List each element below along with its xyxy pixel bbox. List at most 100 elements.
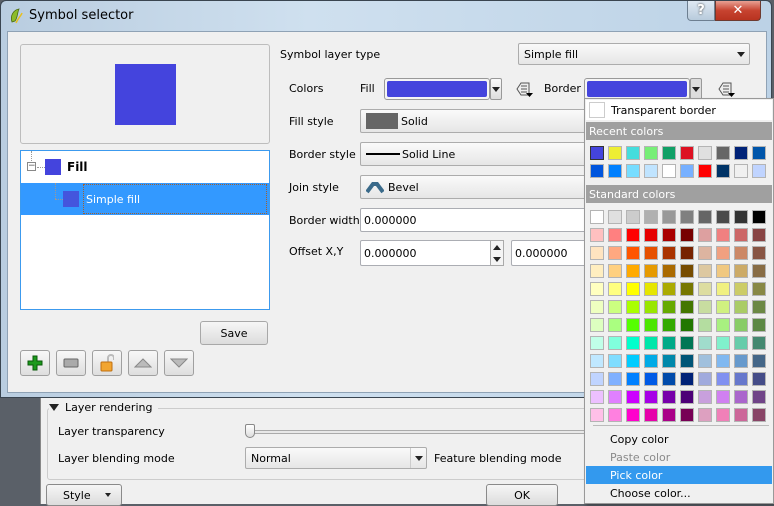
standard-color-swatch[interactable] [752, 408, 766, 422]
standard-color-swatch[interactable] [734, 210, 748, 224]
standard-color-swatch[interactable] [698, 318, 712, 332]
standard-color-swatch[interactable] [590, 318, 604, 332]
standard-color-swatch[interactable] [662, 228, 676, 242]
recent-color-swatch[interactable] [716, 164, 730, 178]
standard-color-swatch[interactable] [608, 372, 622, 386]
standard-color-swatch[interactable] [590, 264, 604, 278]
standard-color-swatch[interactable] [734, 300, 748, 314]
standard-color-swatch[interactable] [752, 354, 766, 368]
standard-color-swatch[interactable] [626, 282, 640, 296]
standard-color-swatch[interactable] [716, 300, 730, 314]
standard-color-swatch[interactable] [626, 228, 640, 242]
standard-color-swatch[interactable] [716, 336, 730, 350]
standard-color-swatch[interactable] [698, 282, 712, 296]
standard-color-swatch[interactable] [662, 408, 676, 422]
standard-color-swatch[interactable] [626, 318, 640, 332]
standard-color-swatch[interactable] [734, 408, 748, 422]
recent-color-swatch[interactable] [662, 164, 676, 178]
standard-color-swatch[interactable] [590, 228, 604, 242]
standard-color-swatch[interactable] [644, 390, 658, 404]
standard-color-swatch[interactable] [698, 354, 712, 368]
standard-color-swatch[interactable] [716, 264, 730, 278]
standard-color-swatch[interactable] [590, 336, 604, 350]
standard-color-swatch[interactable] [590, 210, 604, 224]
standard-color-swatch[interactable] [662, 336, 676, 350]
standard-color-swatch[interactable] [716, 246, 730, 260]
standard-color-swatch[interactable] [716, 228, 730, 242]
standard-color-swatch[interactable] [644, 408, 658, 422]
standard-color-swatch[interactable] [626, 354, 640, 368]
standard-color-swatch[interactable] [698, 408, 712, 422]
standard-color-swatch[interactable] [716, 318, 730, 332]
standard-color-swatch[interactable] [590, 408, 604, 422]
offset-y-input[interactable]: 0.000000 [511, 240, 591, 266]
fill-color-dropdown[interactable] [490, 78, 502, 100]
border-color-dropdown[interactable] [690, 78, 702, 100]
standard-color-swatch[interactable] [590, 372, 604, 386]
standard-color-swatch[interactable] [644, 228, 658, 242]
standard-color-swatch[interactable] [680, 408, 694, 422]
standard-color-swatch[interactable] [608, 408, 622, 422]
standard-color-swatch[interactable] [662, 264, 676, 278]
standard-color-swatch[interactable] [734, 354, 748, 368]
standard-color-swatch[interactable] [734, 246, 748, 260]
standard-color-swatch[interactable] [680, 264, 694, 278]
standard-color-swatch[interactable] [644, 354, 658, 368]
recent-color-swatch[interactable] [662, 146, 676, 160]
standard-color-swatch[interactable] [608, 228, 622, 242]
standard-color-swatch[interactable] [662, 354, 676, 368]
data-defined-border-icon[interactable] [714, 80, 736, 98]
standard-color-swatch[interactable] [752, 300, 766, 314]
standard-color-swatch[interactable] [662, 282, 676, 296]
standard-color-swatch[interactable] [626, 372, 640, 386]
collapse-icon[interactable]: − [27, 162, 36, 171]
standard-color-swatch[interactable] [662, 246, 676, 260]
standard-color-swatch[interactable] [644, 282, 658, 296]
layer-rendering-toggle[interactable]: Layer rendering [49, 401, 159, 414]
standard-color-swatch[interactable] [626, 300, 640, 314]
border-color-button[interactable] [584, 78, 690, 100]
standard-color-swatch[interactable] [608, 354, 622, 368]
standard-color-swatch[interactable] [608, 318, 622, 332]
symbol-layer-type-select[interactable]: Simple fill [518, 43, 750, 65]
standard-color-swatch[interactable] [608, 210, 622, 224]
standard-color-swatch[interactable] [644, 336, 658, 350]
standard-color-swatch[interactable] [752, 390, 766, 404]
standard-color-swatch[interactable] [698, 246, 712, 260]
standard-color-swatch[interactable] [752, 228, 766, 242]
standard-color-swatch[interactable] [716, 282, 730, 296]
standard-color-swatch[interactable] [626, 408, 640, 422]
standard-color-swatch[interactable] [644, 210, 658, 224]
save-button[interactable]: Save [200, 321, 268, 345]
standard-color-swatch[interactable] [680, 246, 694, 260]
standard-color-swatch[interactable] [734, 372, 748, 386]
standard-color-swatch[interactable] [734, 282, 748, 296]
standard-color-swatch[interactable] [698, 228, 712, 242]
recent-color-swatch[interactable] [680, 146, 694, 160]
standard-color-swatch[interactable] [680, 372, 694, 386]
standard-color-swatch[interactable] [680, 354, 694, 368]
standard-color-swatch[interactable] [734, 336, 748, 350]
symbol-layer-tree[interactable]: − Fill Simple fill [20, 150, 270, 310]
standard-color-swatch[interactable] [752, 318, 766, 332]
copy-color-item[interactable]: Copy color [586, 430, 772, 448]
standard-color-swatch[interactable] [752, 372, 766, 386]
recent-color-swatch[interactable] [698, 164, 712, 178]
join-style-select[interactable]: Bevel [360, 175, 590, 199]
offset-x-input[interactable]: 0.000000 [360, 240, 492, 266]
recent-color-swatch[interactable] [590, 164, 604, 178]
move-down-button[interactable] [164, 350, 194, 376]
remove-layer-button[interactable] [56, 350, 86, 376]
recent-color-swatch[interactable] [734, 164, 748, 178]
add-layer-button[interactable] [20, 350, 50, 376]
standard-color-swatch[interactable] [662, 318, 676, 332]
standard-color-swatch[interactable] [680, 228, 694, 242]
recent-color-swatch[interactable] [734, 146, 748, 160]
standard-color-swatch[interactable] [608, 336, 622, 350]
fill-color-button[interactable] [384, 78, 490, 100]
standard-color-swatch[interactable] [590, 390, 604, 404]
standard-color-swatch[interactable] [644, 246, 658, 260]
standard-color-swatch[interactable] [662, 210, 676, 224]
standard-color-swatch[interactable] [680, 318, 694, 332]
standard-color-swatch[interactable] [734, 318, 748, 332]
